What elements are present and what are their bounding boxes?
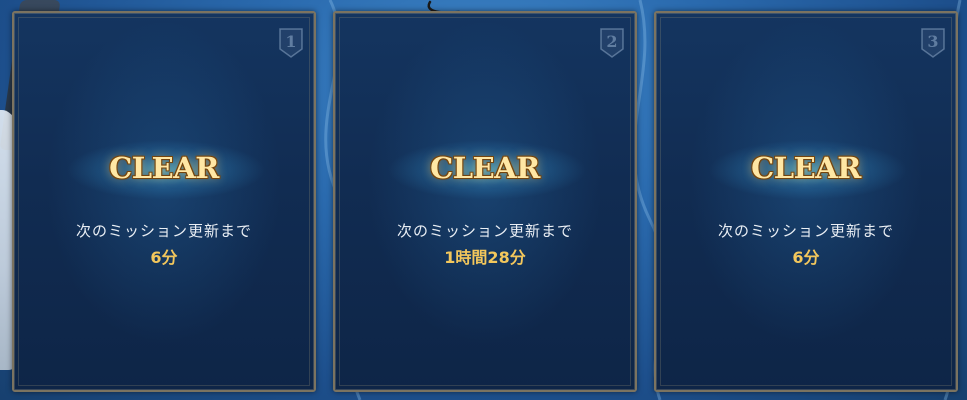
clear-status: CLEAR	[751, 151, 861, 185]
mission-number-badge: 3	[920, 27, 946, 59]
next-update-label: 次のミッション更新まで	[75, 222, 252, 240]
next-update-label: 次のミッション更新まで	[717, 222, 894, 240]
mission-card-3[interactable]: 3 CLEAR 次のミッション更新まで 6分	[654, 11, 958, 392]
mission-number: 1	[285, 32, 297, 51]
mission-number: 2	[606, 32, 618, 51]
mission-number-badge: 2	[599, 27, 625, 59]
clear-status: CLEAR	[109, 151, 219, 185]
next-update-label: 次のミッション更新まで	[396, 222, 573, 240]
time-remaining: 6分	[792, 248, 820, 267]
clear-status: CLEAR	[430, 151, 540, 185]
time-remaining: 1時間28分	[444, 248, 526, 267]
mission-number: 3	[927, 32, 939, 51]
time-remaining: 6分	[150, 248, 178, 267]
mission-card-1[interactable]: 1 CLEAR 次のミッション更新まで 6分	[12, 11, 316, 392]
mission-number-badge: 1	[278, 27, 304, 59]
mission-card-2[interactable]: 2 CLEAR 次のミッション更新まで 1時間28分	[333, 11, 637, 392]
